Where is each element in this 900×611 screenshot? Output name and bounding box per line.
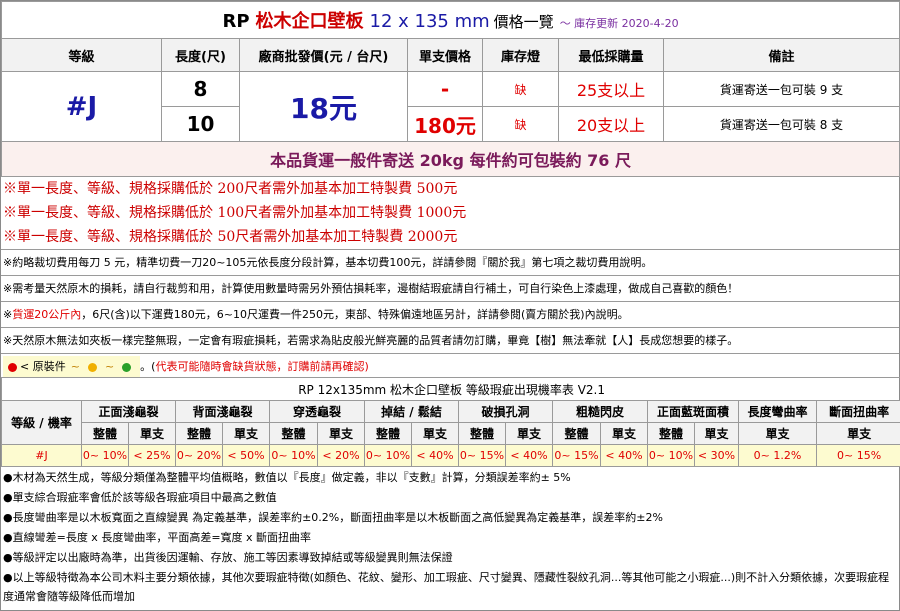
defect-grade-cell: #J [1,444,82,467]
defect-value-cell: 0~ 10% [269,444,318,467]
price-page: RP 松木企口壁板 12 x 135 mm 價格一覽～ 庫存更新 2020-4-20 … [0,0,900,611]
price-row: #J 8 18元 - 缺 25支以上 貨運寄送一包可裝 9 支 [1,71,900,142]
defect-value-cell: 0~ 15% [552,444,601,467]
natural-wood-note: ※天然原木無法如夾板一樣完整無瑕，一定會有瑕疵損耗，若需求為貼皮般光鮮亮麗的品質… [1,327,899,353]
header-wholesale-price: 廠商批發價(元 / 台尺) [239,38,408,72]
stock-cell: 缺 [482,106,559,142]
defect-column-header: 破損孔洞 [458,400,553,423]
defect-column-header: 斷面扭曲率 [815,400,900,423]
defect-header-row: 等級 / 機率 正面淺龜裂 背面淺龜裂 穿透龜裂 掉結 / 鬆結 破損孔洞 粗糙… [1,400,900,445]
title-suffix: 價格一覽 [493,13,554,31]
defect-value-cell: < 40% [600,444,648,467]
footnote: ●直線彎差=長度 x 長度彎曲率，平面高差=寬度 x 斷面扭曲率 [3,531,312,544]
footnote: ●以上等級特徵為本公司木料主要分類依據，其他次要瑕疵特徵(如顏色、花紋、變形、加… [3,571,890,603]
header-note: 備註 [662,38,900,72]
defect-value-cell: < 40% [411,444,459,467]
grade-rate-header: 等級 / 機率 [1,400,82,445]
length-cell: 10 [161,106,240,142]
sub-header-whole: 整體 [647,422,695,445]
red-dot-icon [8,362,17,372]
price-table: RP 松木企口壁板 12 x 135 mm 價格一覽～ 庫存更新 2020-4-20 … [0,1,900,177]
min-qty-cell: 25支以上 [558,71,664,107]
sub-header-single: 單支 [317,422,365,445]
sub-header-single: 單支 [505,422,553,445]
header-stock: 庫存燈 [482,38,559,72]
stock-legend-box: < 原裝件 ~ ~ [3,356,141,378]
defect-value-cell: 0~ 15% [815,444,900,467]
shipping-fee-note: ※貨運20公斤內，6尺(含)以下運費180元，6~10尺運費一件250元，東部、… [1,301,899,327]
defect-value-cell: < 40% [505,444,553,467]
surcharge-note: ※單一長度、等級、規格採購低於 200尺者需外加基本加工特製費 500元 [3,181,458,197]
footnote: ●單支綜合瑕疵率會低於該等級各瑕疵項目中最高之數值 [3,491,277,504]
defect-column-header: 背面淺龜裂 [175,400,270,423]
sub-header-single: 單支 [600,422,648,445]
surcharge-note: ※單一長度、等級、規格採購低於 50尺者需外加基本加工特製費 2000元 [3,229,458,245]
price-header-row: 等級 長度(尺) 廠商批發價(元 / 台尺) 單支價格 庫存燈 最低採購量 備註 [1,38,900,72]
defect-value-cell: 0~ 1.2% [738,444,817,467]
stock-legend: < 原裝件 ~ ~ 。(代表可能隨時會缺貨狀態，訂購前請再確認) [1,353,899,380]
defect-value-cell: < 50% [222,444,270,467]
defect-value-cell: 0~ 15% [458,444,506,467]
sub-header-single: 單支 [128,422,176,445]
defect-value-cell: < 20% [317,444,365,467]
shipping-weight-limit: 貨運20公斤內 [12,308,82,321]
note-cell: 貨運寄送一包可裝 8 支 [662,106,900,142]
defect-value-cell: < 30% [694,444,739,467]
sub-header-single: 單支 [694,422,739,445]
defect-subheader-row: 整體 單支 整體 單支 整體 單支 整體 單支 整體 單支 整體 單支 整體 單… [2,422,900,445]
min-qty-cell: 20支以上 [558,106,664,142]
footnote: ●木材為天然生成，等級分類僅為整體平均值概略，數值以『長度』做定義，非以『支數』… [3,471,571,484]
sub-header-single: 單支 [411,422,459,445]
header-length: 長度(尺) [161,38,240,72]
defect-column-header: 長度彎曲率 [738,400,817,423]
length-cell: 8 [161,71,240,107]
header-grade: 等級 [1,38,162,72]
header-min-qty: 最低採購量 [558,38,664,72]
title-size: 12 x 135 mm [369,11,490,32]
unit-price-cell: 180元 [407,106,483,142]
sub-header-single: 單支 [815,422,900,445]
wholesale-price-cell: 18元 [239,71,408,142]
sub-header-single: 單支 [738,422,817,445]
title-brand: RP [222,11,250,32]
sub-header-whole: 整體 [269,422,318,445]
defect-column-header: 正面淺龜裂 [81,400,176,423]
defect-value-cell: 0~ 10% [364,444,412,467]
sub-header-single: 單支 [222,422,270,445]
sub-header-whole: 整體 [364,422,412,445]
price-title: RP 松木企口壁板 12 x 135 mm 價格一覽 ～ 庫存更新 2020-4-20 [0,1,900,39]
shipping-banner: 本品貨運一般件寄送 20kg 每件約可包裝約 76 尺 [0,141,900,177]
stock-cell: 缺 [482,71,559,107]
defect-value-cell: 0~ 10% [647,444,695,467]
grade-cell: #J [1,71,162,142]
defect-column-header: 掉結 / 鬆結 [364,400,459,423]
sub-header-whole: 整體 [81,422,129,445]
green-dot-icon [122,362,132,372]
title-product: 松木企口壁板 [255,11,364,32]
sub-header-whole: 整體 [175,422,223,445]
surcharge-note: ※單一長度、等級、規格採購低於 100尺者需外加基本加工特製費 1000元 [3,205,467,221]
defect-value-cell: < 25% [128,444,176,467]
defect-column-header: 正面藍斑面積 [647,400,739,423]
defect-value-cell: 0~ 20% [175,444,223,467]
note-cell: 貨運寄送一包可裝 9 支 [662,71,900,107]
defect-column-header: 粗糙閃皮 [552,400,648,423]
defect-table-title: RP 12x135mm 松木企口壁板 等級瑕疵出現機率表 V2.1 [0,377,900,401]
footnotes: ●木材為天然生成，等級分類僅為整體平均值概略，數值以『長度』做定義，非以『支數』… [1,468,899,606]
footnote: ●長度彎曲率是以木板寬面之直線變異 為定義基準，誤差率約±0.2%，斷面扭曲率是… [3,511,663,524]
footnote: ●等級評定以出廠時為準，出貨後因運輸、存放、施工等因素導致掉結或等級變異則無法保… [3,551,453,564]
notes-block: ※單一長度、等級、規格採購低於 200尺者需外加基本加工特製費 500元 ※單一… [1,177,899,380]
defect-value-cell: 0~ 10% [81,444,129,467]
cutting-fee-note: ※約略裁切費用每刀 5 元，精準切費一刀20~105元依長度分段計算，基本切費1… [1,249,899,275]
unit-price-cell: - [407,71,483,107]
defect-value-row: #J 0~ 10% < 25% 0~ 20% < 50% 0~ 10% < 20… [1,444,900,467]
sub-header-whole: 整體 [458,422,506,445]
yellow-dot-icon [87,362,97,372]
defect-column-header: 穿透龜裂 [269,400,365,423]
header-unit-price: 單支價格 [407,38,483,72]
sub-header-whole: 整體 [552,422,601,445]
stock-update-date: ～ 庫存更新 2020-4-20 [559,17,679,30]
defect-rate-table: RP 12x135mm 松木企口壁板 等級瑕疵出現機率表 V2.1 等級 / 機… [0,377,900,467]
wastage-note: ※需考量天然原木的損耗，請自行裁剪和用，計算使用數量時需另外預估損耗率，邊樹結瑕… [1,275,899,301]
